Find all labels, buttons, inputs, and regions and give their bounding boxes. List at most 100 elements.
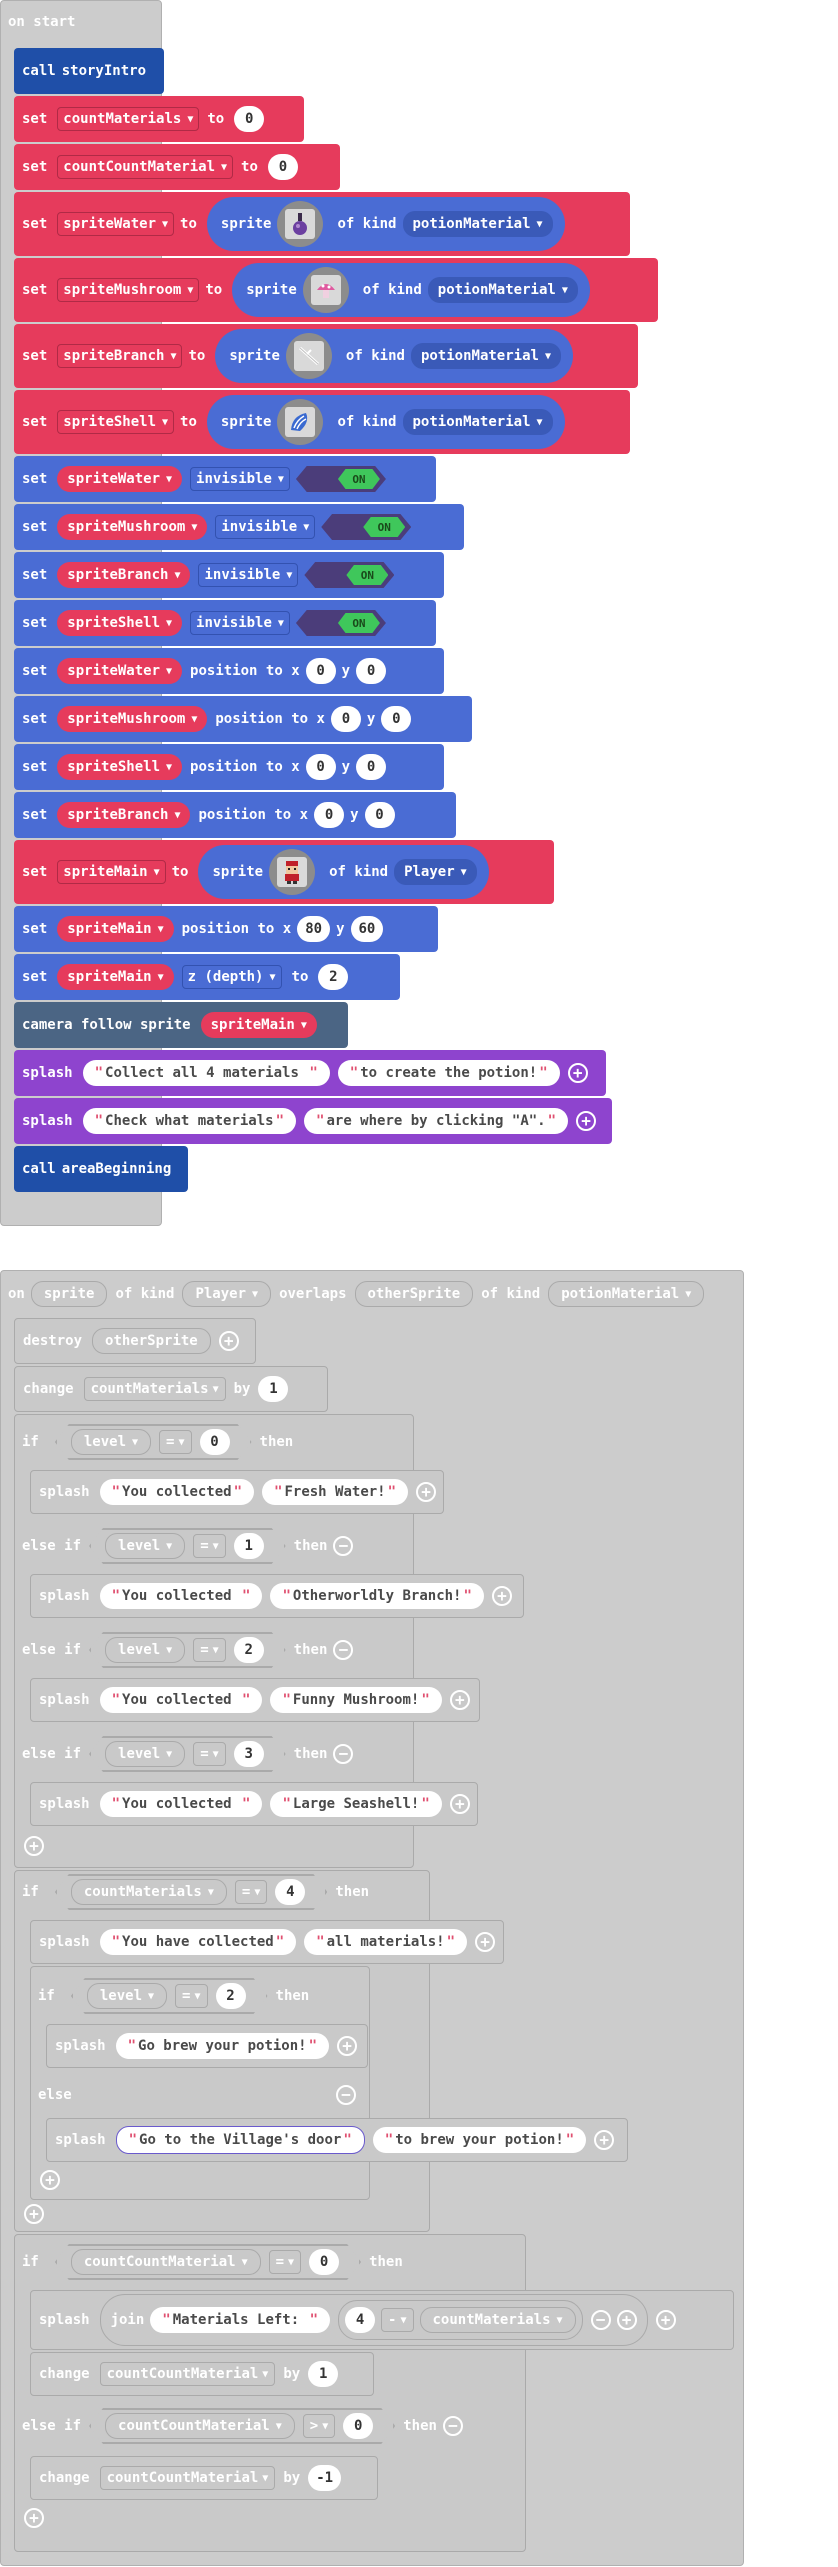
splash-subtitle-input[interactable]: " to create the potion! " xyxy=(337,1060,560,1086)
set-invisible-block[interactable]: set spriteMushroom ▼ invisible ▼ ON xyxy=(14,504,464,550)
splash-subtitle-input[interactable]: " Large Seashell! " xyxy=(270,1791,442,1817)
splash-join-block[interactable]: splash join " Materials Left: " 4 - ▼ coun… xyxy=(30,2290,734,2350)
y-input[interactable]: 0 xyxy=(364,802,395,828)
kind-dropdown[interactable]: potionMaterial ▼ xyxy=(402,211,553,237)
camera-follow-block[interactable]: camera follow sprite spriteMain ▼ xyxy=(14,1002,348,1048)
operator-dropdown[interactable]: = ▼ xyxy=(235,1880,267,1904)
minus-icon[interactable]: − xyxy=(333,1640,354,1660)
call-area-beginning-block[interactable]: call areaBeginning xyxy=(14,1146,188,1192)
branch-icon[interactable] xyxy=(285,333,332,379)
operator-dropdown[interactable]: = ▼ xyxy=(193,1742,225,1766)
number-input[interactable]: 0 xyxy=(200,1429,230,1455)
comparison-condition[interactable]: level ▼ = ▼ 1 xyxy=(89,1528,286,1564)
splash-text-input[interactable]: " Go brew your potion! " xyxy=(115,2033,330,2059)
variable-dropdown[interactable]: countCountMaterial ▼ xyxy=(57,155,234,179)
on-toggle[interactable]: ON xyxy=(304,562,395,588)
sprite-variable-reporter[interactable]: spriteBranch ▼ xyxy=(57,562,191,588)
sprite-create-reporter[interactable]: sprite of kind potionMaterial ▼ xyxy=(206,197,565,251)
variable-dropdown[interactable]: spriteShell ▼ xyxy=(57,410,175,434)
variable-dropdown[interactable]: spriteMain ▼ xyxy=(57,860,166,884)
comparison-condition[interactable]: level ▼ = ▼ 2 xyxy=(71,1978,268,2014)
variable-reporter[interactable]: level ▼ xyxy=(105,1533,185,1559)
splash-text-input[interactable]: " Go to the Village's door " xyxy=(115,2126,365,2154)
flag-dropdown[interactable]: invisible ▼ xyxy=(190,467,290,491)
number-input[interactable]: 0 xyxy=(267,154,298,180)
kind-dropdown[interactable]: potionMaterial ▼ xyxy=(402,409,553,435)
variable-reporter[interactable]: countCountMaterial ▼ xyxy=(105,2413,295,2439)
x-input[interactable]: 0 xyxy=(305,754,336,780)
x-input[interactable]: 0 xyxy=(330,706,361,732)
minus-icon[interactable]: − xyxy=(333,1536,354,1556)
comparison-condition[interactable]: level ▼ = ▼ 0 xyxy=(55,1424,252,1460)
minus-icon[interactable]: − xyxy=(442,2416,463,2436)
y-input[interactable]: 0 xyxy=(356,658,387,684)
splash-block[interactable]: splash " Go to the Village's door " " to br… xyxy=(46,2118,628,2162)
create-sprite-block[interactable]: set spriteShell ▼ to sprite of kind potio… xyxy=(14,390,630,454)
sprite-variable-reporter[interactable]: spriteWater ▼ xyxy=(57,658,183,684)
sprite-create-reporter[interactable]: sprite of kind potionMaterial ▼ xyxy=(232,263,590,317)
kind-dropdown[interactable]: Player ▼ xyxy=(182,1281,272,1307)
kind-dropdown[interactable]: potionMaterial ▼ xyxy=(427,277,578,303)
number-input[interactable]: 2 xyxy=(234,1637,264,1663)
splash-text-input[interactable]: " You collected " xyxy=(99,1687,263,1713)
number-input[interactable]: 1 xyxy=(234,1533,264,1559)
plus-icon[interactable]: + xyxy=(218,1331,239,1351)
destroy-block[interactable]: destroy otherSprite + xyxy=(14,1318,256,1364)
operator-dropdown[interactable]: = ▼ xyxy=(175,1984,207,2008)
variable-reporter[interactable]: level ▼ xyxy=(87,1983,167,2009)
operator-dropdown[interactable]: > ▼ xyxy=(303,2414,335,2438)
sprite-param[interactable]: sprite xyxy=(30,1281,108,1307)
operator-dropdown[interactable]: = ▼ xyxy=(269,2250,301,2274)
comparison-condition[interactable]: level ▼ = ▼ 2 xyxy=(89,1632,286,1668)
number-input[interactable]: 4 xyxy=(345,2307,376,2333)
plus-icon[interactable]: + xyxy=(337,2036,358,2056)
set-position-block[interactable]: set spriteShell ▼ position to x 0 y 0 xyxy=(14,744,444,790)
plus-icon[interactable]: + xyxy=(491,1586,512,1606)
set-count-materials-block[interactable]: set countMaterials ▼ to 0 xyxy=(14,96,304,142)
minus-icon[interactable]: − xyxy=(333,1744,354,1764)
variable-dropdown[interactable]: countMaterials ▼ xyxy=(57,107,200,131)
variable-dropdown[interactable]: countCountMaterial ▼ xyxy=(99,2466,276,2490)
add-else-if-icon[interactable]: + xyxy=(40,2170,60,2190)
splash-text-input[interactable]: " You collected " xyxy=(99,1791,263,1817)
property-dropdown[interactable]: z (depth) ▼ xyxy=(181,965,282,989)
sprite-variable-reporter[interactable]: spriteMain ▼ xyxy=(57,964,174,990)
number-input[interactable]: -1 xyxy=(308,2465,342,2491)
y-input[interactable]: 0 xyxy=(381,706,412,732)
kind-dropdown[interactable]: Player ▼ xyxy=(394,859,477,885)
set-invisible-block[interactable]: set spriteWater ▼ invisible ▼ ON xyxy=(14,456,436,502)
sprite-variable-reporter[interactable]: spriteMain ▼ xyxy=(57,916,174,942)
plus-icon[interactable]: + xyxy=(475,1932,496,1952)
set-invisible-block[interactable]: set spriteBranch ▼ invisible ▼ ON xyxy=(14,552,444,598)
sprite-variable-reporter[interactable]: spriteMain ▼ xyxy=(200,1012,317,1038)
splash-block[interactable]: splash " Go brew your potion! " + xyxy=(46,2024,368,2068)
number-input[interactable]: 0 xyxy=(234,106,265,132)
plus-icon[interactable]: + xyxy=(655,2310,676,2330)
number-input[interactable]: 4 xyxy=(275,1879,305,1905)
kind-dropdown[interactable]: potionMaterial ▼ xyxy=(548,1281,705,1307)
splash-block[interactable]: splash " Check what materials " " are where… xyxy=(14,1098,612,1144)
flag-dropdown[interactable]: invisible ▼ xyxy=(190,611,290,635)
set-position-block[interactable]: set spriteWater ▼ position to x 0 y 0 xyxy=(14,648,444,694)
splash-block[interactable]: splash " You collected " " Large Seashell!… xyxy=(30,1782,478,1826)
x-input[interactable]: 80 xyxy=(297,916,331,942)
comparison-condition[interactable]: countMaterials ▼ = ▼ 4 xyxy=(55,1874,328,1910)
splash-block[interactable]: splash " You collected " " Funny Mushroom!… xyxy=(30,1678,480,1722)
plus-icon[interactable]: + xyxy=(416,1482,437,1502)
on-toggle[interactable]: ON xyxy=(295,466,386,492)
join-reporter[interactable]: join " Materials Left: " 4 - ▼ countMateri… xyxy=(99,2294,648,2346)
splash-text-input[interactable]: " Check what materials " xyxy=(82,1108,297,1134)
variable-reporter[interactable]: level ▼ xyxy=(105,1741,185,1767)
sprite-create-reporter[interactable]: sprite of kind potionMaterial ▼ xyxy=(206,395,565,449)
sprite-variable-reporter[interactable]: spriteBranch ▼ xyxy=(57,802,191,828)
join-text-input[interactable]: " Materials Left: " xyxy=(150,2307,331,2333)
operator-dropdown[interactable]: = ▼ xyxy=(193,1534,225,1558)
seashell-icon[interactable] xyxy=(277,399,324,445)
splash-subtitle-input[interactable]: " Otherworldly Branch! " xyxy=(270,1583,484,1609)
splash-text-input[interactable]: " You collected " xyxy=(99,1583,263,1609)
change-count-count-block[interactable]: change countCountMaterial ▼ by 1 xyxy=(30,2352,374,2396)
splash-block[interactable]: splash " You collected " " Otherworldly Br… xyxy=(30,1574,524,1618)
variable-reporter[interactable]: level ▼ xyxy=(105,1637,185,1663)
sprite-variable-reporter[interactable]: spriteMushroom ▼ xyxy=(57,514,208,540)
plus-icon[interactable]: + xyxy=(449,1794,470,1814)
